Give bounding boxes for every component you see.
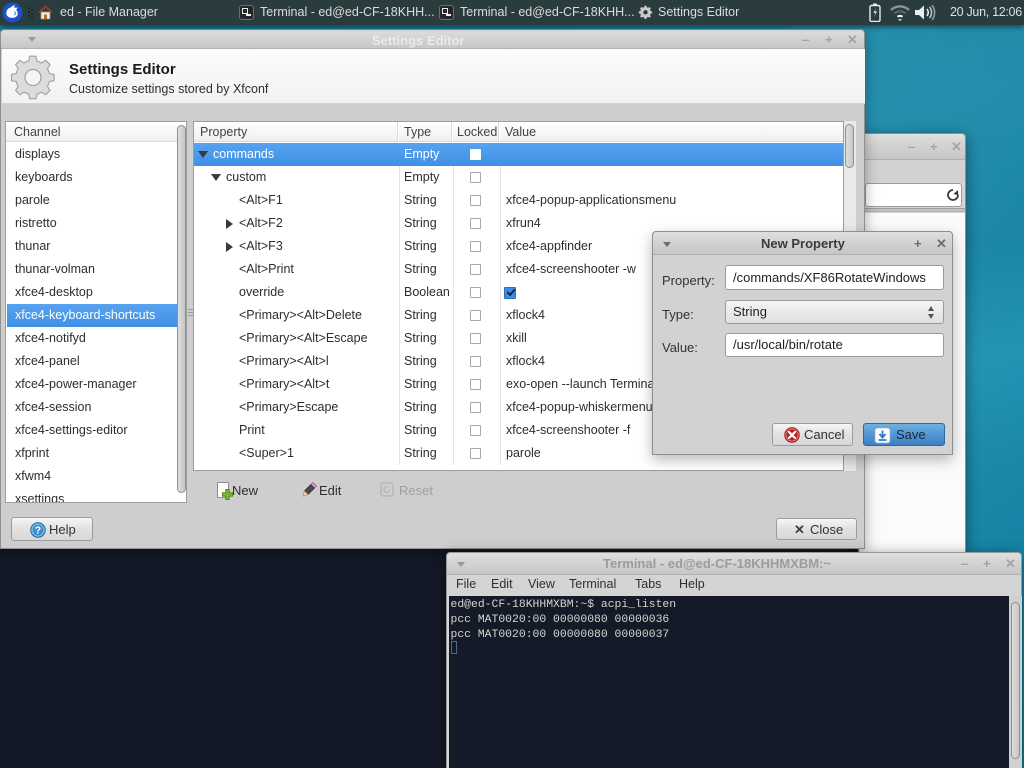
svg-text:?: ? bbox=[35, 525, 41, 537]
